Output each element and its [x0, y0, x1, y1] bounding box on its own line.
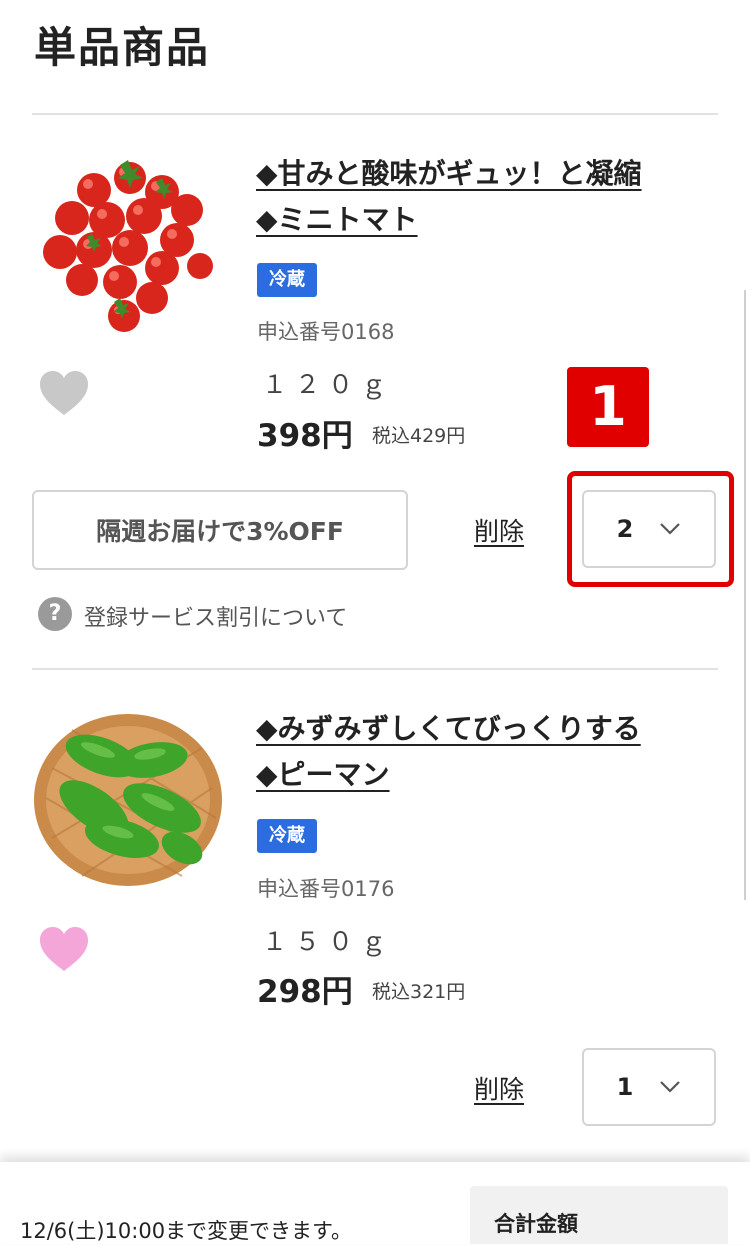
product-name-line1[interactable]: ◆みずみずしくてびっくりする [256, 707, 641, 747]
delete-link[interactable]: 削除 [474, 512, 524, 548]
product-weight: １５０ｇ [262, 927, 395, 956]
product-weight: １２０ｇ [262, 370, 395, 399]
product-code: 申込番号0168 [257, 320, 395, 344]
annotation-number-badge: 1 [567, 367, 649, 447]
subscription-button[interactable]: 隔週お届けで3%OFF [32, 490, 408, 570]
quantity-select[interactable]: 1 [582, 1048, 716, 1126]
product-image-pepper[interactable] [32, 708, 224, 888]
storage-badge: 冷蔵 [257, 263, 317, 297]
product-name-line2[interactable]: ◆ピーマン [256, 753, 390, 793]
storage-badge: 冷蔵 [257, 819, 317, 853]
product-name-line1[interactable]: ◆甘みと酸味がギュッ！と凝縮 [256, 152, 642, 192]
annotation-highlight-box [567, 471, 734, 587]
deadline-note: 12/6(土)10:00まで変更できます。 [20, 1219, 352, 1243]
section-title: 単品商品 [34, 23, 211, 72]
help-icon[interactable]: ? [38, 597, 72, 631]
delete-link[interactable]: 削除 [474, 1070, 524, 1106]
product-name-line2[interactable]: ◆ミニトマト [256, 198, 418, 238]
subscription-discount-help-link[interactable]: 登録サービス割引について [84, 600, 347, 632]
divider [32, 113, 718, 115]
chevron-down-icon [660, 1081, 681, 1093]
favorite-heart-icon[interactable] [38, 369, 90, 417]
product-price: 298円 [257, 974, 353, 1010]
favorite-heart-icon[interactable] [38, 925, 90, 973]
product-price: 398円 [257, 418, 353, 454]
total-amount-label: 合計金額 [494, 1212, 578, 1236]
product-code: 申込番号0176 [257, 877, 395, 901]
scrollbar-track [744, 290, 746, 900]
quantity-value: 1 [616, 1073, 634, 1101]
product-image-tomato[interactable] [32, 148, 222, 338]
product-price-tax-included: 税込321円 [372, 981, 466, 1003]
product-price-tax-included: 税込429円 [372, 425, 466, 447]
divider [32, 668, 718, 670]
